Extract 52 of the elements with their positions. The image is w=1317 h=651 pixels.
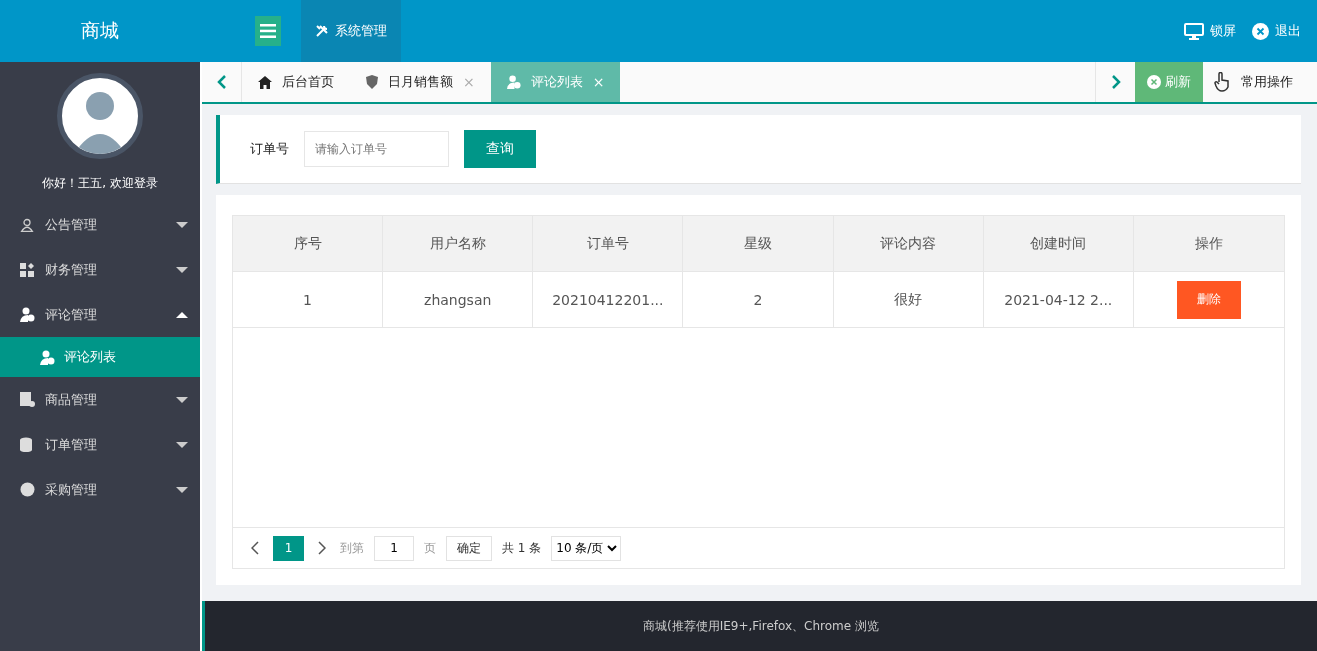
menu-icon: [260, 24, 276, 38]
sidebar-menu-item[interactable]: 商品管理: [0, 377, 200, 422]
column-header: 用户名称: [383, 216, 534, 271]
order-number-field[interactable]: 请输入订单号: [304, 131, 449, 167]
app-logo: 商城: [80, 18, 120, 43]
tools-icon: [315, 24, 329, 38]
user-gear-icon: [506, 75, 521, 89]
chevron-right-icon: [318, 541, 326, 555]
home-icon: [258, 75, 272, 89]
menu-toggle-button[interactable]: [255, 16, 281, 46]
chevron-right-icon: [1110, 74, 1121, 90]
sidebar-menu-item[interactable]: 公告管理: [0, 202, 200, 247]
shield-icon: [366, 75, 378, 89]
column-header: 星级: [683, 216, 834, 271]
page-number-field[interactable]: 1: [374, 535, 414, 561]
column-header: 评论内容: [833, 216, 984, 271]
page-number-button[interactable]: 1: [273, 535, 304, 561]
page-size-select[interactable]: 10 条/页: [551, 535, 622, 561]
user-gear-icon: [40, 349, 55, 365]
sidebar-menu-item[interactable]: 评论管理: [0, 292, 200, 337]
sidebar-submenu-item[interactable]: 评论列表: [0, 337, 200, 377]
footer-text: 商城(推荐使用IE9+,Firefox、Chrome 浏览: [643, 617, 879, 635]
operations-menu-button[interactable]: 常用操作: [1203, 62, 1317, 102]
greeting-text: 你好！王五, 欢迎登录: [41, 175, 159, 192]
page-tab[interactable]: 后台首页: [242, 62, 350, 102]
table-cell: zhangsan: [383, 272, 534, 327]
monitor-icon: [1184, 22, 1204, 40]
close-icon: [1147, 75, 1161, 89]
goto-label: 到第: [340, 539, 364, 557]
page-unit-label: 页: [424, 539, 436, 557]
search-button[interactable]: 查询: [464, 130, 536, 168]
page-tab[interactable]: 日月销售额 ×: [350, 62, 491, 102]
table-cell: 2021-04-12 2...: [983, 272, 1134, 327]
chevron-left-icon: [216, 74, 227, 90]
sidebar-menu-item[interactable]: 订单管理: [0, 422, 200, 467]
column-header: 操作: [1193, 233, 1224, 253]
column-header: 创建时间: [983, 216, 1134, 271]
order-number-label: 订单号: [250, 140, 289, 158]
column-header: 订单号: [533, 216, 684, 271]
top-nav-item[interactable]: 系统管理: [301, 0, 401, 62]
table-cell: 1: [233, 272, 384, 327]
table-cell: 20210412201...: [533, 272, 684, 327]
confirm-button[interactable]: 确定: [446, 535, 492, 561]
close-icon: [1252, 22, 1269, 40]
total-count: 共 1 条: [502, 539, 542, 557]
table-cell: 2: [683, 272, 834, 327]
column-header: 序号: [233, 216, 384, 271]
chevron-left-icon: [251, 541, 259, 555]
sidebar-menu-item[interactable]: 财务管理: [0, 247, 200, 292]
sidebar-menu-item[interactable]: 采购管理: [0, 467, 200, 512]
document-icon: [20, 392, 38, 407]
table-cell: 很好: [833, 272, 984, 327]
